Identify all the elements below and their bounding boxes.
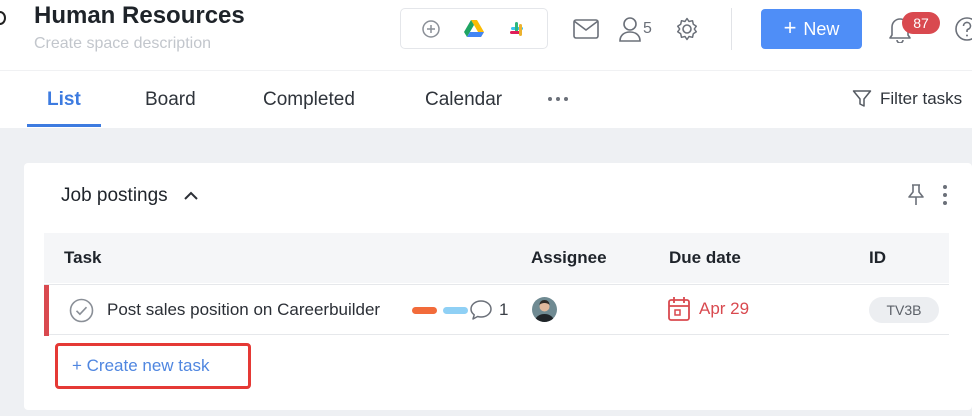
header-divider xyxy=(731,8,732,50)
filter-icon xyxy=(852,90,872,107)
slack-icon[interactable] xyxy=(505,17,529,41)
new-button-label: New xyxy=(803,18,840,39)
create-new-task-button[interactable]: + Create new task xyxy=(55,343,251,389)
notification-count-badge: 87 xyxy=(902,12,940,34)
add-integration-icon[interactable] xyxy=(419,17,443,41)
section-header[interactable]: Job postings xyxy=(61,185,198,207)
member-count: 5 xyxy=(643,20,652,37)
new-button[interactable]: + New xyxy=(761,9,862,49)
top-bar: Human Resources Create space description… xyxy=(0,0,972,70)
active-tab-indicator xyxy=(27,124,101,127)
tab-board[interactable]: Board xyxy=(145,89,196,111)
google-drive-icon[interactable] xyxy=(462,17,486,41)
column-assignee[interactable]: Assignee xyxy=(531,248,607,268)
column-due-date[interactable]: Due date xyxy=(669,248,741,268)
section-tools xyxy=(906,183,948,207)
tab-list[interactable]: List xyxy=(47,89,81,111)
task-section-card: Job postings Task Assignee Due date ID P… xyxy=(24,163,972,410)
pin-icon[interactable] xyxy=(906,183,926,207)
task-id-badge: TV3B xyxy=(869,297,939,323)
task-name[interactable]: Post sales position on Careerbuilder xyxy=(107,300,380,320)
comment-icon xyxy=(470,300,492,320)
due-date-text: Apr 29 xyxy=(699,299,750,318)
section-title: Job postings xyxy=(61,185,168,206)
due-date[interactable]: Apr 29 xyxy=(667,296,749,322)
plus-icon: + xyxy=(783,15,797,40)
filter-tasks-label: Filter tasks xyxy=(880,89,963,108)
help-icon[interactable] xyxy=(954,14,972,44)
priority-indicator xyxy=(44,285,49,336)
tab-calendar[interactable]: Calendar xyxy=(425,89,502,111)
column-task[interactable]: Task xyxy=(64,248,102,268)
task-tag[interactable] xyxy=(412,307,437,314)
complete-check-icon[interactable] xyxy=(69,298,94,323)
app-logo-icon[interactable] xyxy=(0,11,6,25)
table-header: Task Assignee Due date ID xyxy=(44,233,949,283)
view-tabs: List Board Completed Calendar Filter tas… xyxy=(0,70,972,128)
more-options-icon[interactable] xyxy=(942,184,948,206)
more-tabs-icon[interactable] xyxy=(548,97,568,101)
mail-icon[interactable] xyxy=(573,14,599,44)
settings-gear-icon[interactable] xyxy=(675,14,699,44)
comment-count: 1 xyxy=(499,300,509,319)
filter-tasks-button[interactable]: Filter tasks xyxy=(852,89,962,109)
task-tag[interactable] xyxy=(443,307,468,314)
space-description-field[interactable]: Create space description xyxy=(34,35,211,53)
chevron-up-icon[interactable] xyxy=(183,191,198,201)
integrations-bar xyxy=(400,8,548,49)
space-title[interactable]: Human Resources xyxy=(34,2,245,30)
members-button[interactable]: 5 xyxy=(619,14,652,44)
tab-completed[interactable]: Completed xyxy=(263,89,355,111)
user-icon xyxy=(619,17,641,42)
assignee-avatar[interactable] xyxy=(532,297,557,322)
table-row[interactable]: Post sales position on Careerbuilder 1 A… xyxy=(44,284,949,336)
column-id[interactable]: ID xyxy=(869,248,886,268)
comments-button[interactable]: 1 xyxy=(469,299,508,321)
calendar-icon xyxy=(668,297,690,321)
